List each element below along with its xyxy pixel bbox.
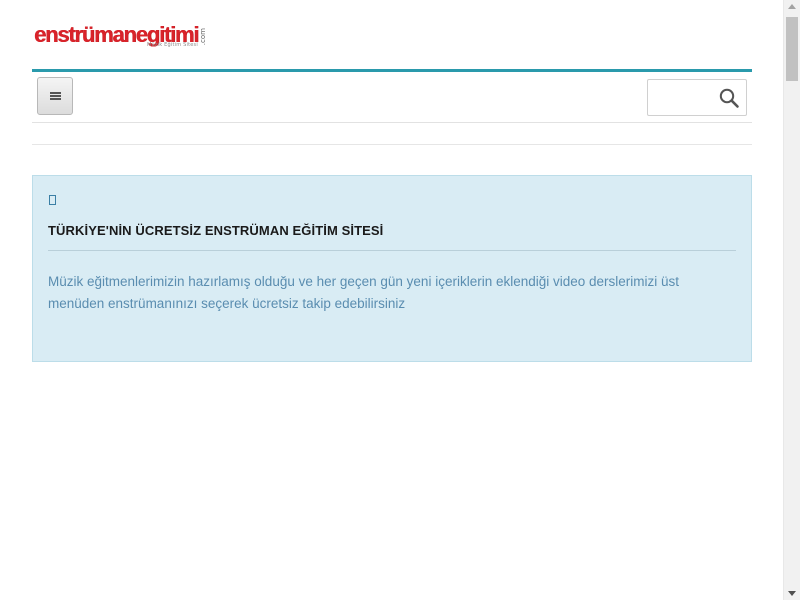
navbar (32, 69, 752, 123)
search-box (647, 79, 747, 116)
scroll-down-arrow-icon[interactable] (788, 591, 796, 596)
logo-tagline: Müzik Eğitim Sitesi (147, 42, 198, 48)
info-icon (49, 195, 56, 205)
search-input[interactable] (652, 86, 716, 110)
site-logo[interactable]: enstrümanegitimi .com Müzik Eğitim Sites… (34, 22, 207, 52)
content-divider (32, 144, 752, 145)
info-panel-text: Müzik eğitmenlerimizin hazırlamış olduğu… (48, 274, 680, 311)
search-icon[interactable] (718, 87, 740, 109)
info-panel-title: TÜRKİYE'NİN ÜCRETSİZ ENSTRÜMAN EĞİTİM Sİ… (48, 223, 384, 238)
logo-suffix: .com (199, 28, 208, 46)
menu-toggle-button[interactable] (37, 77, 73, 115)
vertical-scrollbar[interactable] (783, 0, 800, 600)
hamburger-icon (49, 92, 61, 100)
info-panel: TÜRKİYE'NİN ÜCRETSİZ ENSTRÜMAN EĞİTİM Sİ… (32, 175, 752, 362)
scroll-thumb[interactable] (786, 17, 798, 81)
info-panel-rule (48, 250, 736, 251)
scroll-up-arrow-icon[interactable] (788, 4, 796, 9)
page: enstrümanegitimi .com Müzik Eğitim Sites… (0, 0, 800, 600)
